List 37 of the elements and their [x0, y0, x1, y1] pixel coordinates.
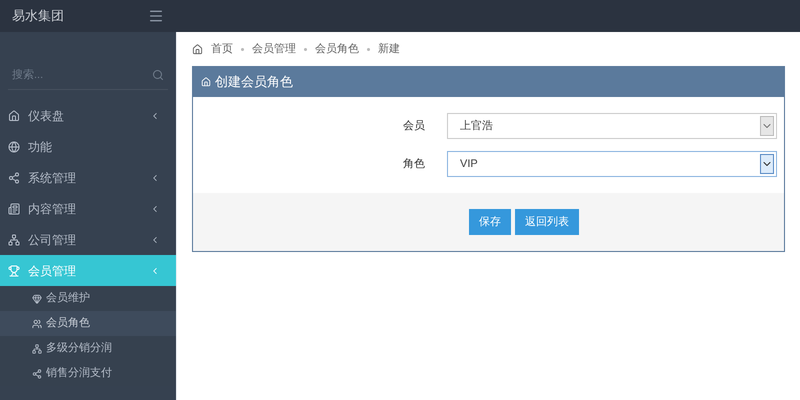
sidebar-item[interactable]: 系统管理 — [0, 162, 176, 193]
submenu-icon — [32, 294, 42, 304]
sidebar-item[interactable]: 公司管理 — [0, 224, 176, 255]
breadcrumb-link[interactable]: 会员角色 — [315, 40, 359, 58]
submenu-item[interactable]: 会员角色 — [0, 311, 176, 336]
breadcrumb-separator — [367, 48, 370, 50]
app-title: 易水集团 — [12, 7, 64, 26]
sidebar-item[interactable]: 仪表盘 — [0, 100, 176, 131]
form-button[interactable]: 返回列表 — [515, 209, 579, 235]
dropdown-icon — [760, 116, 774, 136]
breadcrumb-separator — [241, 48, 244, 50]
breadcrumb-link[interactable]: 会员管理 — [252, 40, 296, 58]
sidebar-item[interactable]: 内容管理 — [0, 193, 176, 224]
submenu-icon — [32, 368, 42, 378]
panel-icon — [201, 77, 211, 87]
form-button[interactable]: 保存 — [469, 209, 511, 235]
search-icon[interactable] — [152, 69, 164, 81]
field-label: 会员 — [402, 118, 426, 134]
submenu-icon — [32, 344, 42, 354]
search-field[interactable]: 搜索... — [8, 60, 168, 90]
select-field[interactable]: VIP — [447, 151, 777, 177]
menu-item-icon — [8, 264, 20, 276]
home-icon — [192, 44, 203, 54]
panel-title: 创建会员角色 — [215, 73, 293, 92]
sidebar-item[interactable]: 功能 — [0, 131, 176, 162]
dropdown-icon — [760, 154, 774, 174]
menu-item-icon — [8, 110, 20, 122]
breadcrumb-link[interactable]: 首页 — [211, 40, 233, 58]
menu-item-icon — [8, 234, 20, 246]
menu-icon[interactable] — [148, 8, 164, 24]
submenu-icon — [32, 318, 42, 328]
select-field[interactable]: 上官浩 — [447, 113, 777, 139]
menu-item-icon — [8, 140, 20, 152]
breadcrumb-separator — [304, 48, 307, 50]
menu-item-icon — [8, 172, 20, 184]
field-label: 角色 — [402, 156, 426, 172]
menu-item-icon — [8, 202, 20, 214]
